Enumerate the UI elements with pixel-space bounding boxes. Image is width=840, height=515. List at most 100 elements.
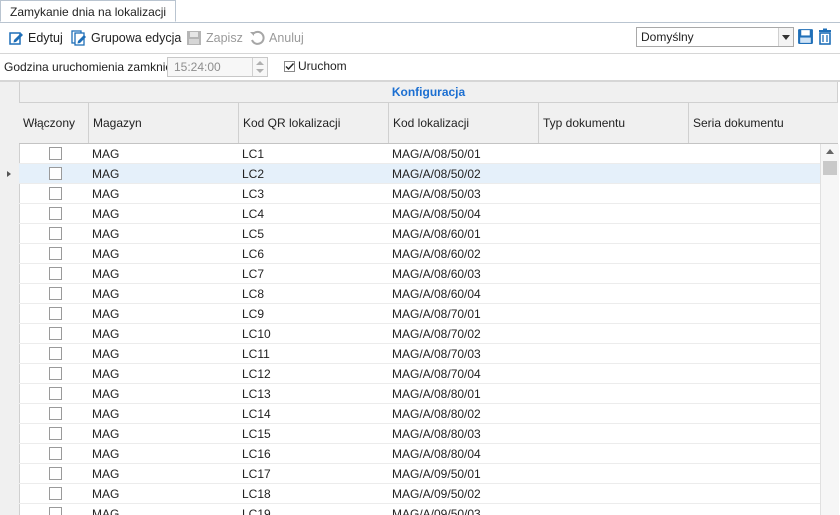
cell-magazyn[interactable]: MAG [92,307,119,321]
column-header-warehouse[interactable]: Magazyn [89,103,239,143]
cell-magazyn[interactable]: MAG [92,267,119,281]
tab-closing-day[interactable]: Zamykanie dnia na lokalizacji [0,0,177,22]
cell-qr[interactable]: LC8 [242,287,264,301]
cell-qr[interactable]: LC12 [242,367,271,381]
cell-qr[interactable]: LC4 [242,207,264,221]
cell-kod[interactable]: MAG/A/08/80/04 [392,447,481,461]
cancel-button[interactable]: Anuluj [249,28,304,48]
cell-magazyn[interactable]: MAG [92,347,119,361]
table-row[interactable]: MAG LC12 MAG/A/08/70/04 [19,364,820,384]
cell-kod[interactable]: MAG/A/08/50/02 [392,167,481,181]
cell-magazyn[interactable]: MAG [92,187,119,201]
table-row[interactable]: MAG LC1 MAG/A/08/50/01 [19,144,820,164]
row-enabled-checkbox[interactable] [49,307,62,320]
table-row[interactable]: MAG LC6 MAG/A/08/60/02 [19,244,820,264]
cell-qr[interactable]: LC1 [242,147,264,161]
row-enabled-checkbox[interactable] [49,187,62,200]
table-row[interactable]: MAG LC14 MAG/A/08/80/02 [19,404,820,424]
table-row[interactable]: MAG LC18 MAG/A/09/50/02 [19,484,820,504]
cell-magazyn[interactable]: MAG [92,287,119,301]
cell-kod[interactable]: MAG/A/09/50/02 [392,487,481,501]
table-row[interactable]: MAG LC8 MAG/A/08/60/04 [19,284,820,304]
time-spinner[interactable] [252,58,267,76]
cell-kod[interactable]: MAG/A/08/60/02 [392,247,481,261]
column-header-qr-code[interactable]: Kod QR lokalizacji [239,103,389,143]
row-enabled-checkbox[interactable] [49,267,62,280]
row-enabled-checkbox[interactable] [49,247,62,260]
table-row[interactable]: MAG LC16 MAG/A/08/80/04 [19,444,820,464]
run-checkbox-box[interactable] [284,60,295,72]
cell-qr[interactable]: LC18 [242,487,271,501]
cell-magazyn[interactable]: MAG [92,487,119,501]
edit-button[interactable]: Edytuj [8,28,63,48]
cell-magazyn[interactable]: MAG [92,147,119,161]
cell-magazyn[interactable]: MAG [92,327,119,341]
cell-kod[interactable]: MAG/A/08/70/02 [392,327,481,341]
chevron-down-icon[interactable] [778,28,793,46]
save-button[interactable]: Zapisz [186,28,243,48]
cell-qr[interactable]: LC6 [242,247,264,261]
row-enabled-checkbox[interactable] [49,407,62,420]
cell-qr[interactable]: LC3 [242,187,264,201]
column-header-enabled[interactable]: Włączony [19,103,89,143]
row-enabled-checkbox[interactable] [49,287,62,300]
cell-magazyn[interactable]: MAG [92,247,119,261]
cell-magazyn[interactable]: MAG [92,207,119,221]
cell-magazyn[interactable]: MAG [92,227,119,241]
cell-kod[interactable]: MAG/A/08/60/03 [392,267,481,281]
table-row[interactable]: MAG LC19 MAG/A/09/50/03 [19,504,820,515]
table-row[interactable]: MAG LC5 MAG/A/08/60/01 [19,224,820,244]
table-row[interactable]: MAG LC3 MAG/A/08/50/03 [19,184,820,204]
group-edit-button[interactable]: Grupowa edycja [71,28,181,48]
row-enabled-checkbox[interactable] [49,487,62,500]
cell-magazyn[interactable]: MAG [92,167,119,181]
table-row[interactable]: MAG LC2 MAG/A/08/50/02 [19,164,820,184]
cell-qr[interactable]: LC14 [242,407,271,421]
cell-magazyn[interactable]: MAG [92,387,119,401]
row-enabled-checkbox[interactable] [49,347,62,360]
trash-icon[interactable] [817,28,835,46]
row-enabled-checkbox[interactable] [49,367,62,380]
cell-magazyn[interactable]: MAG [92,367,119,381]
run-checkbox[interactable]: Uruchom [284,59,347,73]
row-enabled-checkbox[interactable] [49,147,62,160]
table-row[interactable]: MAG LC10 MAG/A/08/70/02 [19,324,820,344]
scroll-up-icon[interactable] [826,149,834,154]
cell-qr[interactable]: LC15 [242,427,271,441]
table-row[interactable]: MAG LC13 MAG/A/08/80/01 [19,384,820,404]
row-enabled-checkbox[interactable] [49,427,62,440]
cell-magazyn[interactable]: MAG [92,467,119,481]
table-row[interactable]: MAG LC4 MAG/A/08/50/04 [19,204,820,224]
cell-qr[interactable]: LC5 [242,227,264,241]
table-row[interactable]: MAG LC9 MAG/A/08/70/01 [19,304,820,324]
table-row[interactable]: MAG LC17 MAG/A/09/50/01 [19,464,820,484]
column-header-document-series[interactable]: Seria dokumentu [689,103,838,143]
cell-kod[interactable]: MAG/A/08/50/01 [392,147,481,161]
layout-select[interactable]: Domyślny [636,27,794,47]
cell-magazyn[interactable]: MAG [92,427,119,441]
cell-qr[interactable]: LC13 [242,387,271,401]
cell-kod[interactable]: MAG/A/08/50/03 [392,187,481,201]
column-header-location-code[interactable]: Kod lokalizacji [389,103,539,143]
cell-qr[interactable]: LC16 [242,447,271,461]
cell-kod[interactable]: MAG/A/08/70/01 [392,307,481,321]
cell-kod[interactable]: MAG/A/08/80/02 [392,407,481,421]
cell-qr[interactable]: LC10 [242,327,271,341]
cell-kod[interactable]: MAG/A/08/50/04 [392,207,481,221]
table-row[interactable]: MAG LC15 MAG/A/08/80/03 [19,424,820,444]
cell-magazyn[interactable]: MAG [92,447,119,461]
row-enabled-checkbox[interactable] [49,387,62,400]
cell-qr[interactable]: LC11 [242,347,270,361]
scroll-thumb[interactable] [823,161,837,175]
cell-qr[interactable]: LC2 [242,167,264,181]
cell-qr[interactable]: LC17 [242,467,271,481]
cell-qr[interactable]: LC7 [242,267,264,281]
row-enabled-checkbox[interactable] [49,167,62,180]
cell-kod[interactable]: MAG/A/08/70/04 [392,367,481,381]
cell-kod[interactable]: MAG/A/08/70/03 [392,347,481,361]
column-header-document-type[interactable]: Typ dokumentu [539,103,689,143]
cell-kod[interactable]: MAG/A/08/80/01 [392,387,481,401]
row-enabled-checkbox[interactable] [49,467,62,480]
cell-magazyn[interactable]: MAG [92,407,119,421]
cell-kod[interactable]: MAG/A/08/60/01 [392,227,481,241]
